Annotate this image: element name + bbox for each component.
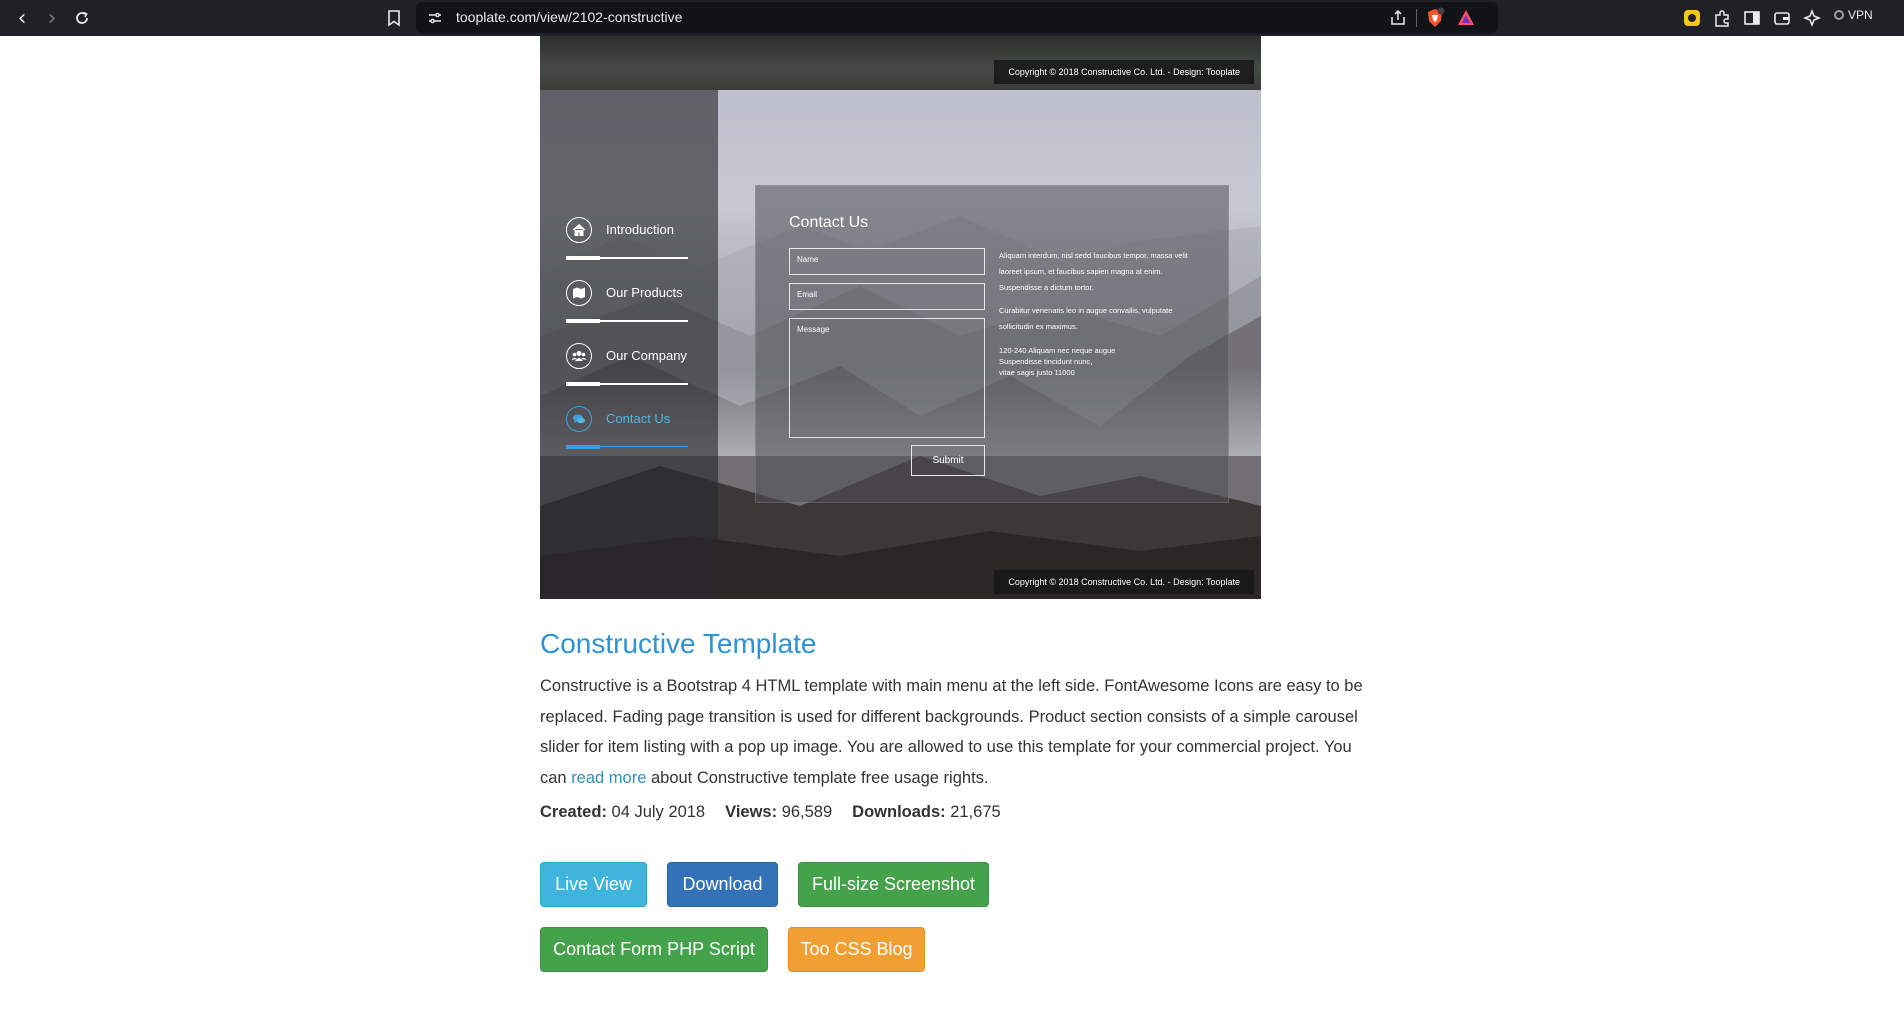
menu-label: Our Products <box>606 285 683 300</box>
template-description: Constructive is a Bootstrap 4 HTML templ… <box>540 671 1368 793</box>
preview-copyright-bottom: Copyright © 2018 Constructive Co. Ltd. -… <box>994 570 1254 594</box>
address-line: 120-240 Aliquam nec neque augue <box>999 346 1116 355</box>
views-label: Views: <box>725 803 778 821</box>
menu-underline-accent <box>566 256 600 260</box>
css-blog-button[interactable]: Too CSS Blog <box>788 927 925 972</box>
wallet-icon[interactable] <box>1771 7 1793 29</box>
contact-title: Contact Us <box>789 214 869 231</box>
vpn-label: VPN <box>1848 8 1873 22</box>
views-stat: Views: 96,589 <box>725 803 832 822</box>
contact-info: Aliquam interdum, nisl sedd faucibus tem… <box>999 248 1199 378</box>
forward-icon[interactable]: › <box>38 0 66 36</box>
menu-label: Our Company <box>606 348 687 363</box>
vpn-button[interactable]: VPN <box>1834 8 1873 22</box>
address-line: vitae sagis justo 11000 <box>999 368 1075 377</box>
menu-label: Introduction <box>606 222 674 237</box>
submit-button[interactable]: Submit <box>911 445 985 476</box>
template-stats: Created: 04 July 2018 Views: 96,589 Down… <box>540 803 1001 822</box>
email-field[interactable]: Email <box>789 283 985 310</box>
menu-underline-accent <box>566 382 600 386</box>
home-icon <box>566 217 592 243</box>
puzzle-icon[interactable] <box>1711 7 1733 29</box>
site-settings-icon[interactable] <box>426 9 444 27</box>
created-value: 04 July 2018 <box>611 803 706 821</box>
url-text[interactable]: tooplate.com/view/2102-constructive <box>456 9 682 25</box>
contact-address: 120-240 Aliquam nec neque augue Suspendi… <box>999 345 1199 378</box>
views-value: 96,589 <box>781 803 833 821</box>
back-icon[interactable]: ‹ <box>8 0 36 36</box>
address-bar[interactable]: tooplate.com/view/2102-constructive <box>416 2 1498 33</box>
description-text-end: about Constructive template free usage r… <box>646 768 989 787</box>
reload-icon[interactable] <box>68 0 96 36</box>
address-line: Suspendisse tincidunt nunc, <box>999 357 1093 366</box>
live-view-button[interactable]: Live View <box>540 862 647 907</box>
contact-form-php-button[interactable]: Contact Form PHP Script <box>540 927 768 972</box>
downloads-stat: Downloads: 21,675 <box>852 803 1001 822</box>
share-icon[interactable] <box>1388 8 1408 28</box>
contact-info-paragraph: Curabitur venenatis leo in augue convall… <box>999 306 1173 331</box>
contact-info-paragraph: Aliquam interdum, nisl sedd faucibus tem… <box>999 251 1188 292</box>
map-icon <box>566 280 592 306</box>
page-title: Constructive Template <box>540 628 817 659</box>
comments-icon <box>566 406 592 432</box>
message-field[interactable]: Message <box>789 318 985 438</box>
vpn-status-icon <box>1834 10 1844 20</box>
menu-label: Contact Us <box>606 411 671 426</box>
address-separator <box>1416 9 1417 27</box>
sidebar-icon[interactable] <box>1741 7 1763 29</box>
menu-item-contact-us[interactable]: Contact Us <box>566 406 688 464</box>
created-stat: Created: 04 July 2018 <box>540 803 705 822</box>
menu-item-introduction[interactable]: Introduction <box>566 217 688 275</box>
menu-item-our-products[interactable]: Our Products <box>566 280 688 338</box>
leo-ai-icon[interactable] <box>1801 7 1823 29</box>
bookmark-icon[interactable] <box>382 6 406 30</box>
template-preview-image[interactable]: Copyright © 2018 Constructive Co. Ltd. -… <box>540 36 1261 599</box>
read-more-link[interactable]: read more <box>571 769 646 787</box>
menu-underline-accent <box>566 319 600 323</box>
preview-copyright-top: Copyright © 2018 Constructive Co. Ltd. -… <box>994 60 1254 84</box>
downloads-label: Downloads: <box>852 803 946 821</box>
created-label: Created: <box>540 803 607 821</box>
browser-toolbar: ‹ › tooplate.com/view/2102-constructive <box>0 0 1904 36</box>
menu-item-our-company[interactable]: Our Company <box>566 343 688 401</box>
brave-rewards-icon[interactable] <box>1456 8 1476 28</box>
users-icon <box>566 343 592 369</box>
preview-sidebar-menu: Introduction Our Products Our Company Co… <box>540 90 718 599</box>
full-size-screenshot-button[interactable]: Full-size Screenshot <box>798 862 989 907</box>
extension-icon[interactable] <box>1681 7 1703 29</box>
download-button[interactable]: Download <box>667 862 778 907</box>
name-field[interactable]: Name <box>789 248 985 275</box>
downloads-value: 21,675 <box>950 803 1001 821</box>
brave-shields-icon[interactable] <box>1424 7 1446 29</box>
preview-contact-box: Contact Us Name Email Message Submit Ali… <box>755 185 1229 503</box>
menu-underline-accent <box>566 445 600 449</box>
